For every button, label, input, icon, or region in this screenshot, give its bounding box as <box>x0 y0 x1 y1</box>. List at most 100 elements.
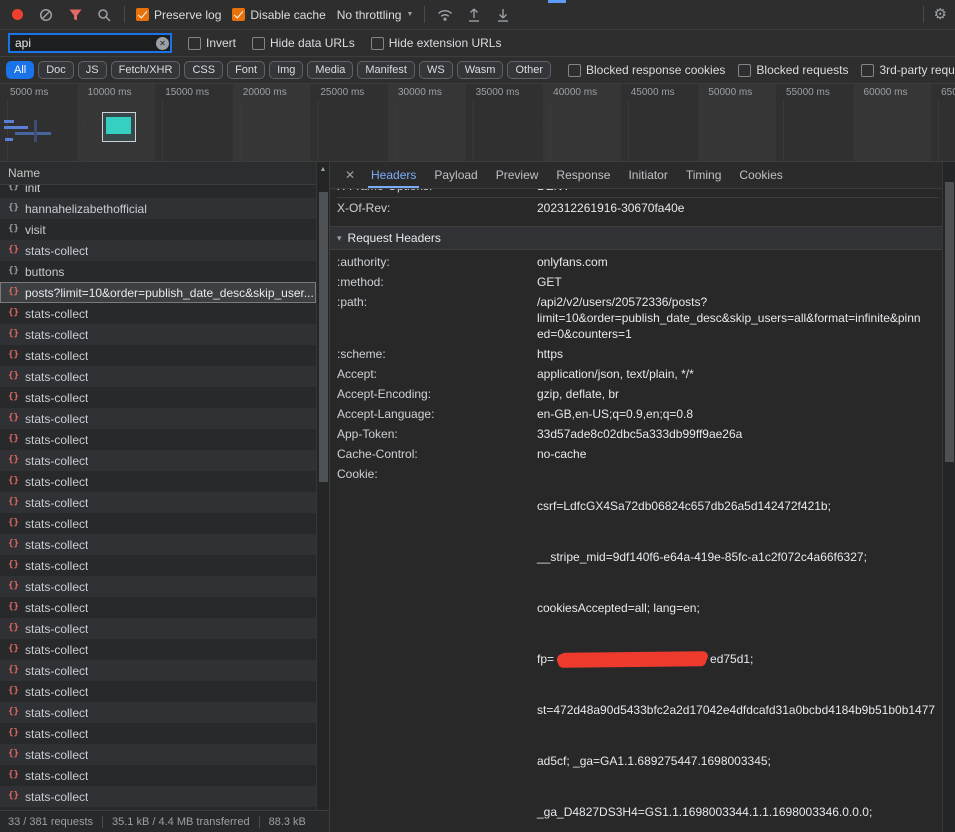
name-column-label: Name <box>8 166 40 180</box>
type-filter-pill[interactable]: Doc <box>38 61 74 79</box>
details-tab[interactable]: Response <box>547 162 619 188</box>
cookie-line: ad5cf; _ga=GA1.1.689275447.1698003345; <box>537 753 939 772</box>
filter-option-checkbox[interactable]: Hide extension URLs <box>371 36 502 50</box>
type-filter-pill[interactable]: JS <box>78 61 107 79</box>
settings-gear-icon[interactable]: ⚙ <box>934 7 947 22</box>
request-row[interactable]: stats-collect <box>0 534 316 555</box>
details-tab[interactable]: Initiator <box>619 162 676 188</box>
checkbox-unchecked-icon <box>861 64 874 77</box>
type-filter-pill[interactable]: All <box>6 61 34 79</box>
script-file-icon <box>7 622 20 635</box>
request-row[interactable]: stats-collect <box>0 597 316 618</box>
filter-option-checkbox[interactable]: Invert <box>188 36 236 50</box>
script-file-icon <box>7 202 20 215</box>
tab-label: Cookies <box>739 168 782 182</box>
request-name: stats-collect <box>25 349 88 363</box>
preserve-log-checkbox[interactable]: Preserve log <box>136 8 221 22</box>
type-option-checkbox[interactable]: Blocked requests <box>738 63 848 77</box>
type-filter-pill[interactable]: CSS <box>184 61 223 79</box>
request-row[interactable]: stats-collect <box>0 576 316 597</box>
request-row[interactable]: stats-collect <box>0 660 316 681</box>
name-column-header[interactable]: Name <box>0 162 329 185</box>
network-conditions-button[interactable] <box>436 5 454 25</box>
request-row[interactable]: stats-collect <box>0 639 316 660</box>
request-row[interactable]: stats-collect <box>0 681 316 702</box>
type-filter-pill[interactable]: Media <box>307 61 353 79</box>
request-row[interactable]: stats-collect <box>0 366 316 387</box>
timeline-label: 25000 ms <box>320 87 398 98</box>
request-row[interactable]: stats-collect <box>0 429 316 450</box>
activity-bar <box>4 126 28 129</box>
cookie-line: fp=ed75d1; <box>537 651 939 670</box>
active-tab-indicator <box>548 0 566 3</box>
scroll-up-button[interactable]: ▲ <box>317 162 329 176</box>
type-option-checkbox[interactable]: Blocked response cookies <box>568 63 725 77</box>
request-row[interactable]: stats-collect <box>0 513 316 534</box>
close-details-icon[interactable]: ✕ <box>338 168 362 182</box>
request-row[interactable]: stats-collect <box>0 345 316 366</box>
request-row[interactable]: stats-collect <box>0 765 316 786</box>
details-tab[interactable]: Payload <box>425 162 486 188</box>
header-value: /api2/v2/users/20572336/posts? limit=10&… <box>537 294 939 342</box>
network-overview-timeline[interactable]: 5000 ms 10000 ms 15000 ms 20000 ms 25000… <box>0 84 955 162</box>
request-name: stats-collect <box>25 475 88 489</box>
script-file-icon <box>7 538 20 551</box>
request-row[interactable]: stats-collect <box>0 471 316 492</box>
request-row[interactable]: stats-collect <box>0 408 316 429</box>
record-button[interactable] <box>8 5 26 25</box>
request-row[interactable]: stats-collect <box>0 492 316 513</box>
script-file-icon <box>7 223 20 236</box>
type-filter-pill[interactable]: Font <box>227 61 265 79</box>
timeline-label: 40000 ms <box>553 87 631 98</box>
request-row[interactable]: posts?limit=10&order=publish_date_desc&s… <box>0 282 316 303</box>
request-headers-section-header[interactable]: ▾ Request Headers <box>330 226 955 250</box>
details-tab[interactable]: Timing <box>677 162 731 188</box>
details-scrollbar[interactable] <box>942 162 955 832</box>
script-file-icon <box>7 349 20 362</box>
import-har-button[interactable] <box>465 5 483 25</box>
filter-input[interactable] <box>8 33 172 53</box>
request-row[interactable]: init <box>0 185 316 198</box>
export-har-button[interactable] <box>494 5 512 25</box>
request-row[interactable]: stats-collect <box>0 240 316 261</box>
timeline-canvas[interactable] <box>0 100 955 161</box>
details-tab[interactable]: Preview <box>487 162 548 188</box>
cookie-line: cookiesAccepted=all; lang=en; <box>537 600 939 619</box>
type-filter-pill[interactable]: Manifest <box>357 61 415 79</box>
request-row[interactable]: stats-collect <box>0 387 316 408</box>
request-row[interactable]: stats-collect <box>0 618 316 639</box>
clear-filter-icon[interactable]: ✕ <box>156 37 169 50</box>
request-list-scrollbar[interactable]: ▲ <box>316 162 329 810</box>
request-row[interactable]: stats-collect <box>0 786 316 807</box>
filter-option-checkbox[interactable]: Hide data URLs <box>252 36 355 50</box>
checkbox-unchecked-icon <box>568 64 581 77</box>
scrollbar-thumb[interactable] <box>319 192 328 482</box>
type-filter-pill[interactable]: Fetch/XHR <box>111 61 181 79</box>
request-name: stats-collect <box>25 622 88 636</box>
request-row[interactable]: stats-collect <box>0 702 316 723</box>
throttling-dropdown[interactable]: No throttling ▼ <box>337 8 414 22</box>
request-row[interactable]: stats-collect <box>0 723 316 744</box>
request-row[interactable]: buttons <box>0 261 316 282</box>
type-filter-pill[interactable]: Img <box>269 61 303 79</box>
request-row[interactable]: hannahelizabethofficial <box>0 198 316 219</box>
request-row[interactable]: stats-collect <box>0 555 316 576</box>
type-filter-pill[interactable]: Wasm <box>457 61 504 79</box>
details-tab[interactable]: Headers <box>362 162 425 188</box>
request-row[interactable]: stats-collect <box>0 450 316 471</box>
details-tab[interactable]: Cookies <box>730 162 791 188</box>
type-option-checkbox[interactable]: 3rd-party requests <box>861 63 955 77</box>
request-row[interactable]: stats-collect <box>0 324 316 345</box>
search-button[interactable] <box>95 5 113 25</box>
request-row[interactable]: stats-collect <box>0 744 316 765</box>
clear-network-log-button[interactable] <box>37 5 55 25</box>
scrollbar-thumb[interactable] <box>945 182 954 462</box>
request-row[interactable]: stats-collect <box>0 303 316 324</box>
request-row[interactable]: visit <box>0 219 316 240</box>
disable-cache-checkbox[interactable]: Disable cache <box>232 8 325 22</box>
type-filter-pill[interactable]: Other <box>507 61 551 79</box>
type-filter-pill[interactable]: WS <box>419 61 453 79</box>
toolbar-divider <box>424 6 425 23</box>
filter-toggle-button[interactable] <box>66 5 84 25</box>
upload-icon <box>468 8 480 22</box>
